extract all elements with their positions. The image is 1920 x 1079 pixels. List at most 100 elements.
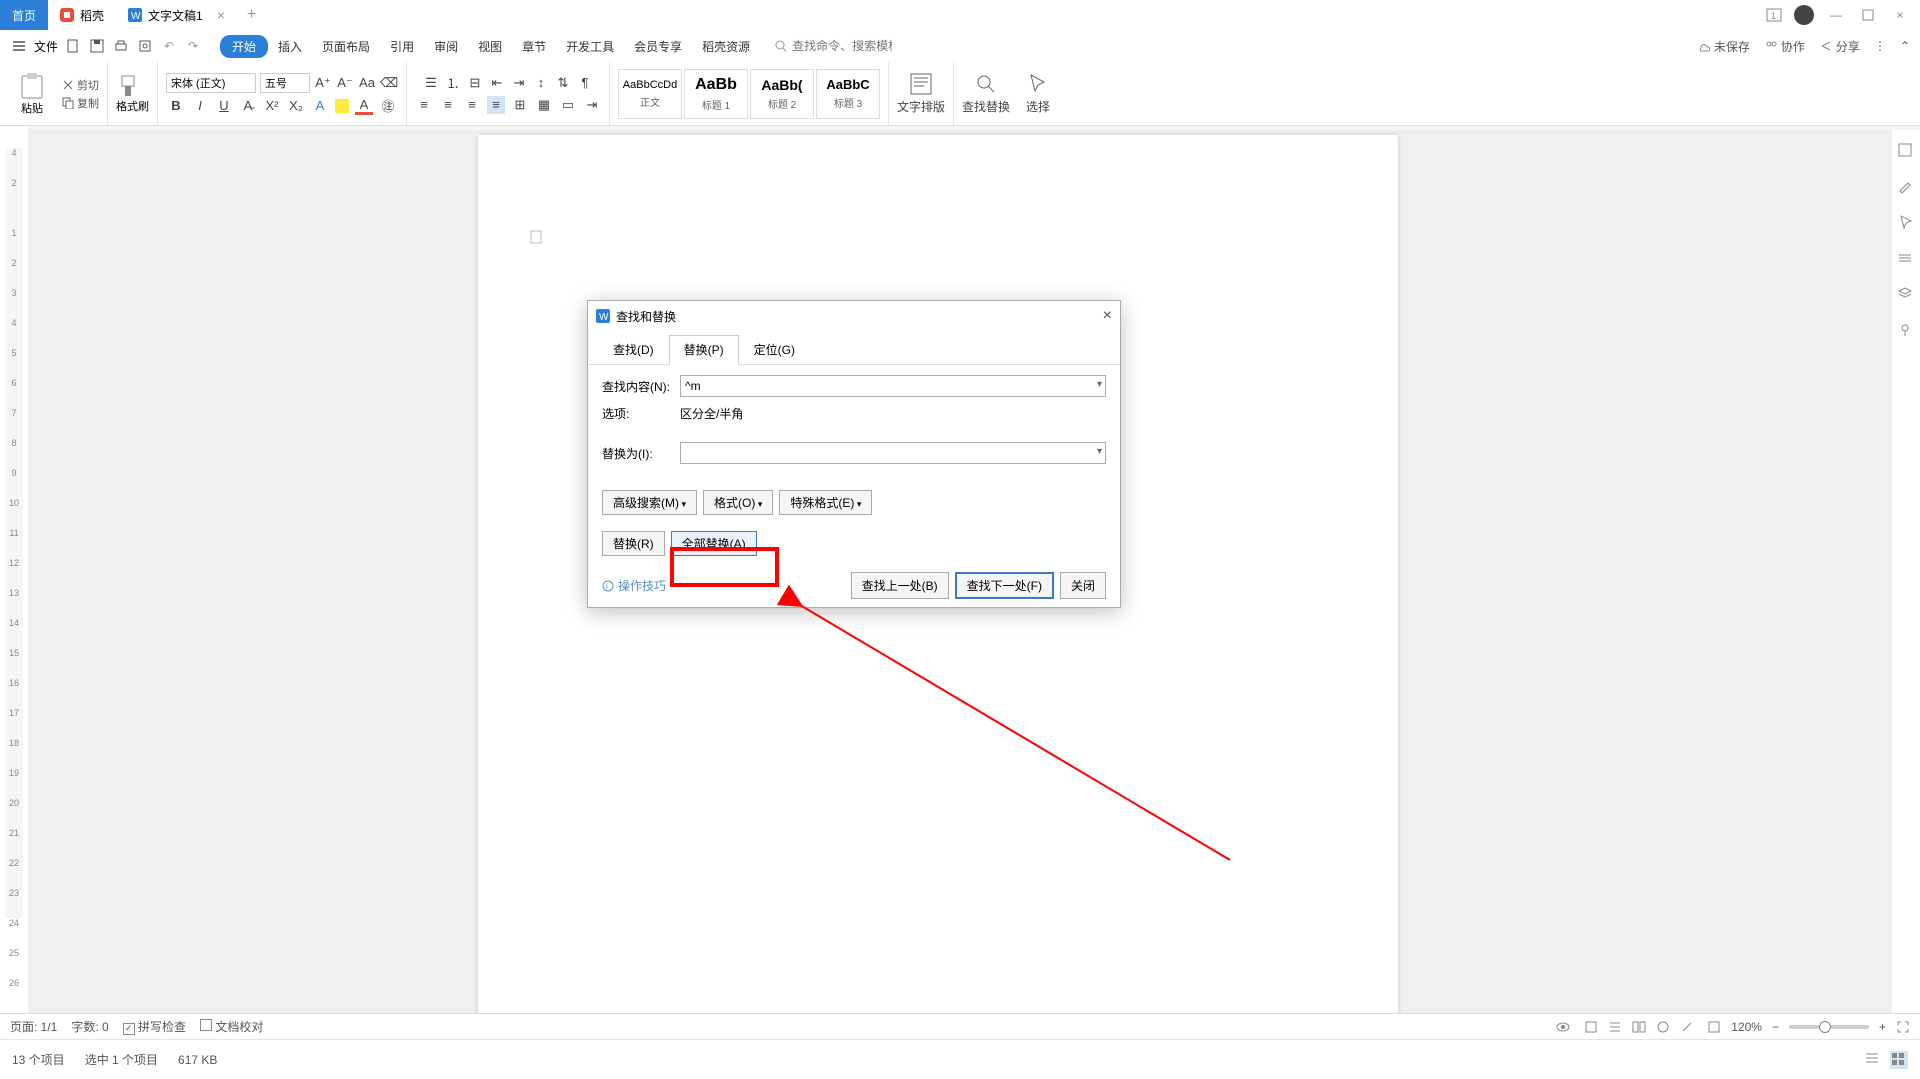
dialog-tab-goto[interactable]: 定位(G) bbox=[739, 335, 810, 364]
menu-tab-start[interactable]: 开始 bbox=[220, 35, 268, 58]
menu-tab-layout[interactable]: 页面布局 bbox=[312, 34, 380, 59]
view-read-icon[interactable] bbox=[1629, 1018, 1649, 1036]
replace-input[interactable] bbox=[680, 442, 1106, 464]
dialog-tab-find[interactable]: 查找(D) bbox=[598, 335, 669, 364]
phonetic-button[interactable]: ㊟ bbox=[379, 97, 397, 115]
style-heading3[interactable]: AaBbC标题 3 bbox=[816, 69, 880, 119]
tab-close-icon[interactable]: × bbox=[217, 7, 225, 23]
menu-tab-view[interactable]: 视图 bbox=[468, 34, 512, 59]
text-layout-button[interactable]: 文字排版 bbox=[897, 72, 945, 115]
menu-tab-dev[interactable]: 开发工具 bbox=[556, 34, 624, 59]
tips-link[interactable]: i 操作技巧 bbox=[602, 577, 666, 594]
zoom-out-button[interactable]: − bbox=[1772, 1020, 1779, 1034]
replace-all-button[interactable]: 全部替换(A) bbox=[671, 531, 757, 556]
view-draft-icon[interactable] bbox=[1677, 1018, 1697, 1036]
view-outline-icon[interactable] bbox=[1605, 1018, 1625, 1036]
find-next-button[interactable]: 查找下一处(F) bbox=[955, 572, 1054, 599]
eye-icon[interactable] bbox=[1555, 1019, 1571, 1035]
sidebar-thumbnail-icon[interactable] bbox=[1897, 142, 1915, 160]
spell-check-toggle[interactable]: ✓ 拼写检查 bbox=[123, 1018, 186, 1035]
zoom-slider[interactable] bbox=[1789, 1025, 1869, 1029]
coop-button[interactable]: 协作 bbox=[1764, 38, 1805, 55]
view-details-icon[interactable] bbox=[1864, 1051, 1882, 1069]
minimize-button[interactable]: — bbox=[1826, 5, 1846, 25]
vertical-ruler[interactable]: 4212345678910111213141516171819202122232… bbox=[5, 148, 23, 918]
advanced-search-button[interactable]: 高级搜索(M) bbox=[602, 490, 697, 515]
bullet-list-icon[interactable]: ☰ bbox=[422, 74, 440, 92]
dialog-close-btn[interactable]: 关闭 bbox=[1060, 572, 1106, 599]
decrease-indent-icon[interactable]: ⇤ bbox=[488, 74, 506, 92]
page-indicator[interactable]: 页面: 1/1 bbox=[10, 1018, 57, 1035]
hamburger-icon[interactable] bbox=[10, 37, 28, 55]
dialog-tab-replace[interactable]: 替换(P) bbox=[669, 335, 739, 365]
tab-document[interactable]: W 文字文稿1 × bbox=[116, 0, 237, 30]
paste-button[interactable]: 粘贴 bbox=[18, 72, 46, 116]
cut-button[interactable]: 剪切 bbox=[62, 77, 99, 93]
find-prev-button[interactable]: 查找上一处(B) bbox=[851, 572, 949, 599]
zoom-thumb[interactable] bbox=[1819, 1021, 1831, 1033]
close-window-button[interactable]: × bbox=[1890, 5, 1910, 25]
redo-icon[interactable]: ↷ bbox=[184, 37, 202, 55]
format-painter-button[interactable]: 格式刷 bbox=[116, 74, 149, 114]
font-decrease-icon[interactable]: A⁻ bbox=[336, 74, 354, 92]
sort-icon[interactable]: ⇅ bbox=[554, 74, 572, 92]
copy-button[interactable]: 复制 bbox=[62, 95, 99, 111]
find-replace-button[interactable]: 查找替换 bbox=[962, 72, 1010, 115]
menu-tab-reference[interactable]: 引用 bbox=[380, 34, 424, 59]
add-tab-button[interactable]: + bbox=[237, 6, 266, 24]
clear-format-icon[interactable]: ⌫ bbox=[380, 74, 398, 92]
text-effect-button[interactable]: A bbox=[311, 97, 329, 115]
font-size-select[interactable] bbox=[260, 73, 310, 93]
tab-daoke[interactable]: 稻壳 bbox=[48, 0, 116, 30]
special-format-button[interactable]: 特殊格式(E) bbox=[779, 490, 872, 515]
style-heading1[interactable]: AaBb标题 1 bbox=[684, 69, 748, 119]
subscript-button[interactable]: X₂ bbox=[287, 97, 305, 115]
file-menu[interactable]: 文件 bbox=[34, 38, 58, 55]
fullscreen-icon[interactable] bbox=[1896, 1020, 1910, 1034]
view-web-icon[interactable] bbox=[1653, 1018, 1673, 1036]
style-heading2[interactable]: AaBb(标题 2 bbox=[750, 69, 814, 119]
zoom-in-button[interactable]: + bbox=[1879, 1020, 1886, 1034]
strikethrough-button[interactable]: A̵ bbox=[239, 97, 257, 115]
view-page-icon[interactable] bbox=[1581, 1018, 1601, 1036]
menu-tab-resources[interactable]: 稻壳资源 bbox=[692, 34, 760, 59]
distribute-icon[interactable]: ⊞ bbox=[511, 96, 529, 114]
menu-tab-section[interactable]: 章节 bbox=[512, 34, 556, 59]
superscript-button[interactable]: X² bbox=[263, 97, 281, 115]
print-icon[interactable] bbox=[112, 37, 130, 55]
tab-home[interactable]: 首页 bbox=[0, 0, 48, 30]
replace-button[interactable]: 替换(R) bbox=[602, 531, 665, 556]
sidebar-settings-icon[interactable] bbox=[1897, 250, 1915, 268]
find-input[interactable] bbox=[680, 375, 1106, 397]
highlight-button[interactable] bbox=[335, 99, 349, 113]
number-list-icon[interactable]: ⒈ bbox=[444, 74, 462, 92]
change-case-icon[interactable]: Aa bbox=[358, 74, 376, 92]
zoom-fit-icon[interactable] bbox=[1707, 1020, 1721, 1034]
font-increase-icon[interactable]: A⁺ bbox=[314, 74, 332, 92]
line-spacing-icon[interactable]: ↕ bbox=[532, 74, 550, 92]
find-dropdown-icon[interactable]: ▾ bbox=[1097, 379, 1102, 390]
align-right-icon[interactable]: ≡ bbox=[463, 96, 481, 114]
search-input[interactable] bbox=[792, 39, 892, 53]
italic-button[interactable]: I bbox=[191, 97, 209, 115]
multilevel-list-icon[interactable]: ⊟ bbox=[466, 74, 484, 92]
command-search[interactable] bbox=[774, 39, 892, 53]
format-button[interactable]: 格式(O) bbox=[703, 490, 773, 515]
zoom-value[interactable]: 120% bbox=[1731, 1020, 1762, 1034]
font-color-button[interactable]: A bbox=[355, 97, 373, 115]
style-normal[interactable]: AaBbCcDd正文 bbox=[618, 69, 682, 119]
replace-dropdown-icon[interactable]: ▾ bbox=[1097, 446, 1102, 457]
tab-indicator-icon[interactable]: 1 bbox=[1766, 7, 1782, 23]
dialog-close-button[interactable]: × bbox=[1103, 307, 1112, 325]
more-menu-icon[interactable]: ⋮ bbox=[1874, 39, 1886, 53]
share-button[interactable]: 分享 bbox=[1819, 38, 1860, 55]
menu-tab-review[interactable]: 审阅 bbox=[424, 34, 468, 59]
font-name-select[interactable] bbox=[166, 73, 256, 93]
view-large-icon[interactable] bbox=[1890, 1051, 1908, 1069]
sidebar-cursor-icon[interactable] bbox=[1897, 214, 1915, 232]
unsaved-indicator[interactable]: 未保存 bbox=[1697, 38, 1750, 55]
border-icon[interactable]: ▭ bbox=[559, 96, 577, 114]
show-marks-icon[interactable]: ¶ bbox=[576, 74, 594, 92]
select-button[interactable]: 选择 bbox=[1026, 72, 1050, 115]
align-left-icon[interactable]: ≡ bbox=[415, 96, 433, 114]
